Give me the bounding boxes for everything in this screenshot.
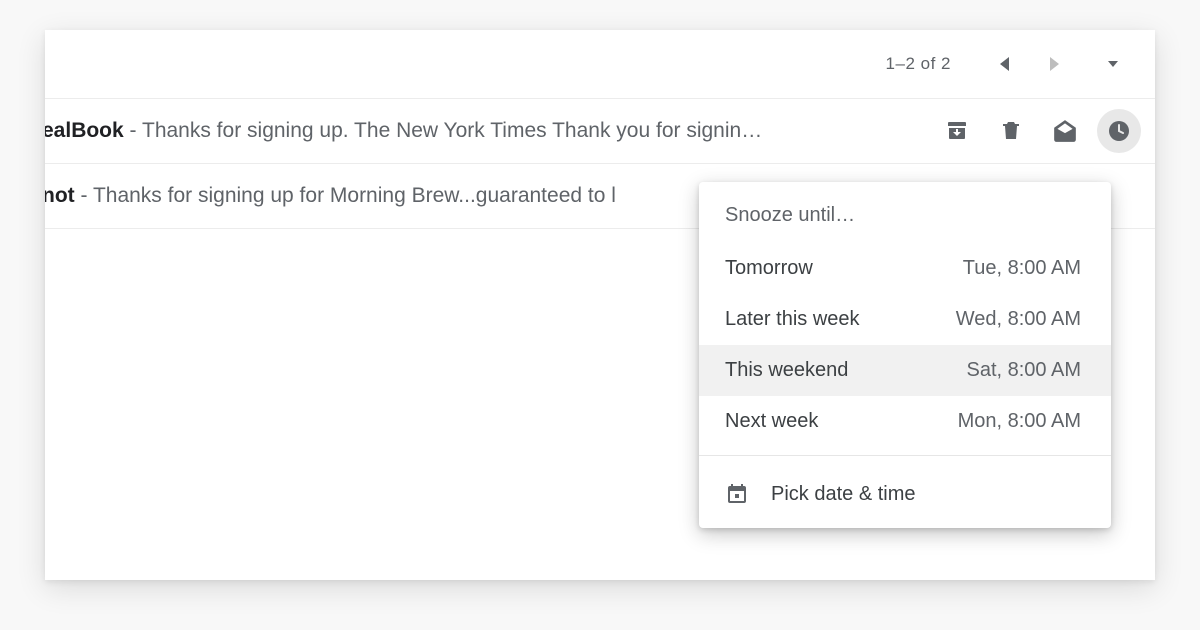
toolbar: 1–2 of 2	[45, 30, 1155, 98]
archive-button[interactable]	[935, 109, 979, 153]
snooze-option-label: This weekend	[725, 359, 848, 382]
email-panel: 1–2 of 2 ealBook - Thanks for signing up…	[45, 30, 1155, 580]
snooze-option-tomorrow[interactable]: Tomorrow Tue, 8:00 AM	[699, 243, 1111, 294]
email-sender: ealBook	[45, 119, 124, 142]
snooze-button[interactable]	[1097, 109, 1141, 153]
snooze-option-label: Later this week	[725, 308, 860, 331]
prev-page-button[interactable]	[989, 49, 1019, 79]
email-sender: not	[45, 184, 75, 207]
input-tools-button[interactable]	[1085, 49, 1115, 79]
snooze-pick-label: Pick date & time	[771, 483, 916, 506]
mark-read-button[interactable]	[1043, 109, 1087, 153]
snooze-pick-date-time[interactable]: Pick date & time	[699, 464, 1111, 528]
snooze-option-this-weekend[interactable]: This weekend Sat, 8:00 AM	[699, 345, 1111, 396]
trash-icon	[999, 119, 1023, 143]
email-row-actions	[919, 109, 1141, 153]
chevron-left-icon	[1000, 57, 1009, 71]
delete-button[interactable]	[989, 109, 1033, 153]
snooze-option-time: Tue, 8:00 AM	[963, 257, 1081, 280]
chevron-right-icon	[1050, 57, 1059, 71]
pagination-count: 1–2 of 2	[886, 54, 951, 74]
snooze-option-time: Wed, 8:00 AM	[956, 308, 1081, 331]
snooze-option-later-this-week[interactable]: Later this week Wed, 8:00 AM	[699, 294, 1111, 345]
calendar-icon	[725, 482, 749, 506]
email-preview: - Thanks for signing up for Morning Brew…	[75, 184, 616, 207]
snooze-menu: Snooze until… Tomorrow Tue, 8:00 AM Late…	[699, 182, 1111, 528]
snooze-option-label: Next week	[725, 410, 818, 433]
snooze-option-time: Sat, 8:00 AM	[966, 359, 1081, 382]
archive-icon	[945, 119, 969, 143]
email-row-text: ealBook - Thanks for signing up. The New…	[45, 119, 919, 143]
snooze-option-next-week[interactable]: Next week Mon, 8:00 AM	[699, 396, 1111, 447]
clock-icon	[1107, 119, 1131, 143]
mail-open-icon	[1052, 118, 1078, 144]
menu-separator	[699, 455, 1111, 456]
email-row[interactable]: ealBook - Thanks for signing up. The New…	[45, 99, 1155, 164]
snooze-menu-title: Snooze until…	[699, 182, 1111, 243]
next-page-button[interactable]	[1039, 49, 1069, 79]
snooze-option-time: Mon, 8:00 AM	[958, 410, 1081, 433]
email-preview: - Thanks for signing up. The New York Ti…	[124, 119, 763, 142]
dropdown-caret-icon	[1108, 61, 1118, 67]
snooze-option-label: Tomorrow	[725, 257, 813, 280]
